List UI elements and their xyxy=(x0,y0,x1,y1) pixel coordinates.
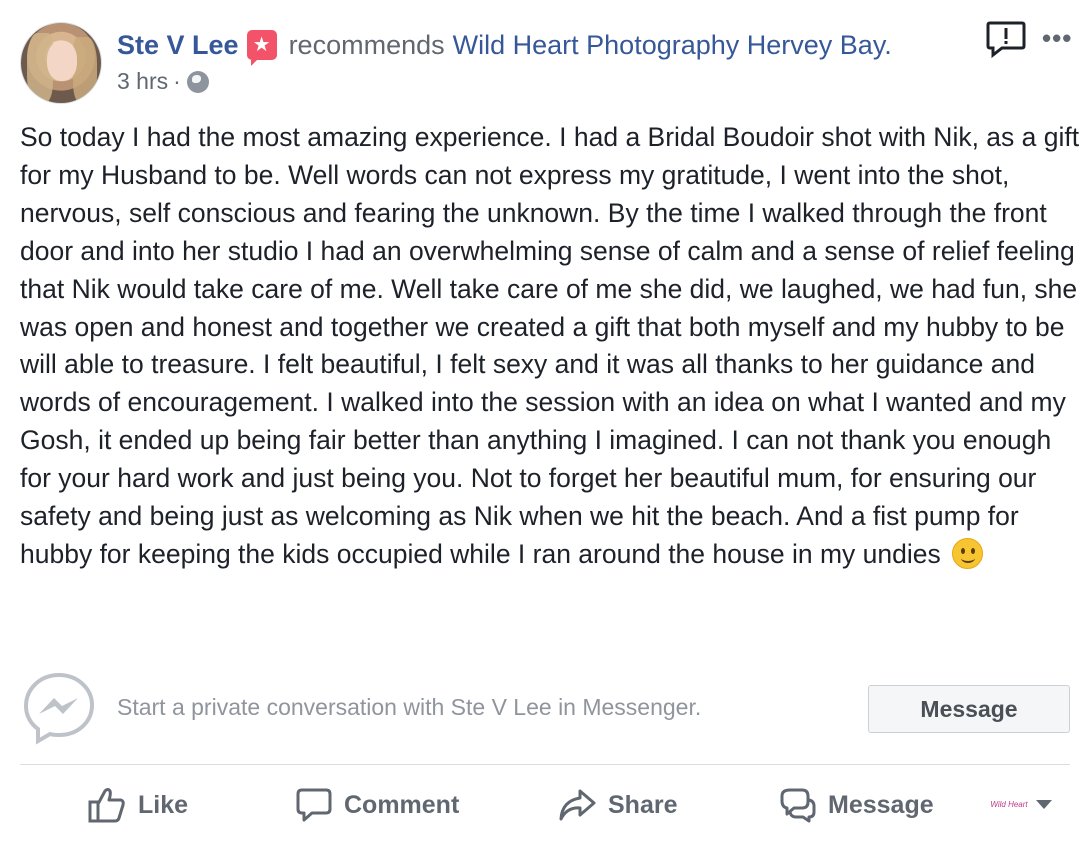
recommendation-badge-icon xyxy=(246,30,277,66)
page-name-link[interactable]: Wild Heart Photography Hervey Bay. xyxy=(453,28,892,62)
like-button[interactable]: Like xyxy=(88,782,188,828)
like-icon xyxy=(88,788,125,823)
page-avatar[interactable]: Wild Heart xyxy=(990,789,1028,819)
comment-button[interactable]: Comment xyxy=(296,782,459,828)
like-label: Like xyxy=(138,790,189,819)
comment-label: Comment xyxy=(344,790,460,819)
author-name-link[interactable]: Ste V Lee xyxy=(117,28,239,62)
post-header: Ste V Lee recommends Wild Heart Photogra… xyxy=(117,28,892,66)
smile-emoji xyxy=(952,537,984,569)
post-body-text: So today I had the most amazing experien… xyxy=(20,122,1080,569)
share-label: Share xyxy=(608,790,678,819)
meta-separator: · xyxy=(173,68,181,94)
post-body: So today I had the most amazing experien… xyxy=(20,119,1080,574)
caret-down-icon[interactable] xyxy=(1036,800,1052,809)
message-icon xyxy=(780,788,816,823)
send-message-button[interactable]: Message xyxy=(776,782,934,828)
post-meta: 3 hrs · xyxy=(117,68,209,95)
recommends-label: recommends xyxy=(288,30,445,60)
recommendation-post: Ste V Lee recommends Wild Heart Photogra… xyxy=(0,0,1090,858)
send-message-label: Message xyxy=(828,790,934,819)
report-icon[interactable] xyxy=(986,20,1026,58)
divider xyxy=(20,764,1070,765)
messenger-prompt: Start a private conversation with Ste V … xyxy=(117,694,702,720)
comment-icon xyxy=(296,788,332,822)
more-options-icon[interactable]: ••• xyxy=(1042,25,1072,51)
globe-icon[interactable] xyxy=(186,70,209,93)
share-button[interactable]: Share xyxy=(558,782,677,828)
message-button[interactable]: Message xyxy=(868,685,1070,733)
post-timestamp[interactable]: 3 hrs xyxy=(117,68,168,95)
author-avatar[interactable] xyxy=(20,22,102,104)
share-icon xyxy=(559,789,596,821)
messenger-icon xyxy=(23,672,95,745)
